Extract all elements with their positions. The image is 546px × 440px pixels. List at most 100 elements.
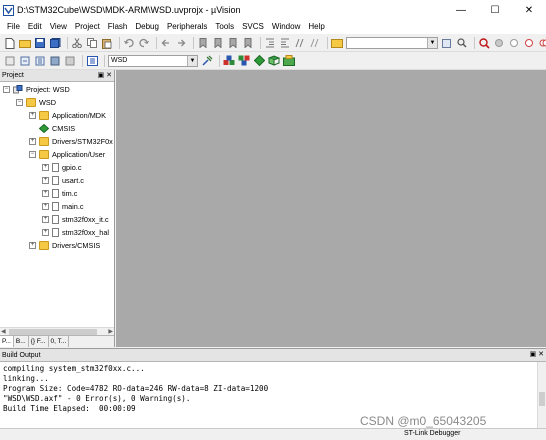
comment-icon[interactable] — [294, 37, 306, 49]
bookmark-insert-icon[interactable] — [197, 37, 209, 49]
file-icon — [52, 175, 59, 185]
nav-back-icon[interactable] — [160, 37, 172, 49]
open-folder-icon[interactable] — [19, 37, 31, 49]
tree-node-file[interactable]: + usart.c — [42, 174, 84, 186]
tree-node-file[interactable]: + gpio.c — [42, 161, 81, 173]
folder-icon — [39, 240, 49, 250]
uncomment-icon[interactable] — [309, 37, 321, 49]
menu-svcs[interactable]: SVCS — [238, 20, 268, 34]
manage-rte-icon[interactable] — [238, 55, 250, 67]
manage-project-items-icon[interactable] — [223, 55, 235, 67]
nav-forward-icon[interactable] — [175, 37, 187, 49]
breakpoint-kill-icon[interactable] — [538, 37, 546, 49]
tab-project[interactable]: P... — [0, 336, 14, 347]
bookmark-next-icon[interactable] — [227, 37, 239, 49]
batch-build-icon[interactable] — [49, 55, 61, 67]
find-in-files-icon[interactable] — [331, 37, 343, 49]
bookmark-clear-icon[interactable] — [242, 37, 254, 49]
tree-node-group[interactable]: − Application/User — [29, 148, 105, 160]
select-packs-icon[interactable] — [253, 55, 265, 67]
horizontal-scrollbar[interactable]: ◀ ▶ — [0, 327, 114, 335]
software-packs-icon[interactable] — [283, 55, 295, 67]
expand-icon[interactable]: + — [42, 202, 49, 210]
menu-view[interactable]: View — [46, 20, 71, 34]
save-all-icon[interactable] — [49, 37, 61, 49]
menu-help[interactable]: Help — [304, 20, 328, 34]
tree-node-target[interactable]: − WSD — [16, 96, 56, 108]
collapse-icon[interactable]: − — [29, 150, 36, 158]
menu-flash[interactable]: Flash — [104, 20, 132, 34]
expand-icon[interactable]: + — [29, 137, 36, 145]
close-button[interactable]: ✕ — [512, 0, 546, 20]
expand-icon[interactable]: + — [42, 215, 49, 223]
toolbar-separator — [119, 37, 120, 49]
breakpoint-clear-icon[interactable] — [523, 37, 535, 49]
panel-window-buttons[interactable]: ▣ ✕ — [98, 70, 112, 82]
collapse-icon[interactable]: − — [3, 85, 10, 93]
expand-icon[interactable]: + — [42, 189, 49, 197]
panel-window-buttons[interactable]: ▣ ✕ — [530, 349, 544, 361]
menu-tools[interactable]: Tools — [211, 20, 238, 34]
minimize-button[interactable]: — — [444, 0, 478, 20]
copy-icon[interactable] — [86, 37, 98, 49]
menu-project[interactable]: Project — [71, 20, 104, 34]
pack-installer-icon[interactable] — [268, 55, 280, 67]
menu-file[interactable]: File — [3, 20, 24, 34]
expand-icon[interactable]: + — [42, 228, 49, 236]
download-icon[interactable] — [86, 55, 98, 67]
save-icon[interactable] — [34, 37, 46, 49]
cut-icon[interactable] — [71, 37, 83, 49]
menu-edit[interactable]: Edit — [24, 20, 46, 34]
vertical-scrollbar[interactable] — [537, 362, 546, 429]
breakpoint-icon[interactable] — [493, 37, 505, 49]
incremental-find-icon[interactable] — [456, 37, 468, 49]
tree-node-cmsis[interactable]: CMSIS — [39, 122, 75, 134]
chevron-down-icon[interactable]: ▼ — [187, 55, 197, 66]
tree-node-file[interactable]: + stm32f0xx_hal — [42, 226, 109, 238]
translate-icon[interactable] — [4, 55, 16, 67]
indent-icon[interactable] — [264, 37, 276, 49]
editor-area[interactable] — [116, 70, 546, 347]
breakpoint-disable-icon[interactable] — [508, 37, 520, 49]
menu-debug[interactable]: Debug — [131, 20, 163, 34]
collapse-icon[interactable]: − — [16, 98, 23, 106]
tab-templates[interactable]: 0, T... — [49, 336, 70, 347]
tree-node-project[interactable]: − Project: WSD — [3, 83, 70, 95]
redo-icon[interactable] — [138, 37, 150, 49]
stop-build-icon[interactable] — [64, 55, 76, 67]
build-output-text[interactable]: compiling system_stm32f0xx.c... linking..… — [3, 364, 268, 414]
expand-icon[interactable]: + — [29, 111, 36, 119]
maximize-button[interactable]: ☐ — [478, 0, 512, 20]
tree-node-file[interactable]: + stm32f0xx_it.c — [42, 213, 109, 225]
tree-label: tim.c — [62, 188, 78, 198]
chevron-down-icon[interactable]: ▼ — [427, 38, 437, 48]
menu-peripherals[interactable]: Peripherals — [163, 20, 211, 34]
title-bar: D:\STM32Cube\WSD\MDK-ARM\WSD.uvprojx - µ… — [0, 0, 546, 20]
new-file-icon[interactable] — [4, 37, 16, 49]
target-options-icon[interactable] — [201, 55, 213, 67]
folder-icon — [26, 97, 36, 107]
unindent-icon[interactable] — [279, 37, 291, 49]
bookmark-prev-icon[interactable] — [212, 37, 224, 49]
expand-icon[interactable]: + — [42, 176, 49, 184]
build-icon[interactable] — [19, 55, 31, 67]
target-select[interactable]: WSD ▼ — [108, 54, 198, 67]
tree-node-file[interactable]: + tim.c — [42, 187, 77, 199]
expand-icon[interactable]: + — [42, 163, 49, 171]
tree-node-group[interactable]: + Application/MDK — [29, 109, 106, 121]
undo-icon[interactable] — [123, 37, 135, 49]
tree-node-group[interactable]: + Drivers/STM32F0x — [29, 135, 113, 147]
start-debug-icon[interactable] — [478, 37, 490, 49]
menu-bar: File Edit View Project Flash Debug Perip… — [0, 20, 546, 34]
scrollbar-thumb[interactable] — [539, 392, 545, 406]
tree-node-group[interactable]: + Drivers/CMSIS — [29, 239, 100, 251]
find-icon[interactable] — [441, 37, 453, 49]
menu-window[interactable]: Window — [268, 20, 304, 34]
expand-icon[interactable]: + — [29, 241, 36, 249]
rebuild-icon[interactable] — [34, 55, 46, 67]
paste-icon[interactable] — [101, 37, 113, 49]
tab-books[interactable]: B... — [14, 336, 29, 347]
tree-node-file[interactable]: + main.c — [42, 200, 84, 212]
search-combo[interactable]: ▼ — [346, 37, 438, 49]
tab-functions[interactable]: {} F... — [29, 336, 49, 347]
